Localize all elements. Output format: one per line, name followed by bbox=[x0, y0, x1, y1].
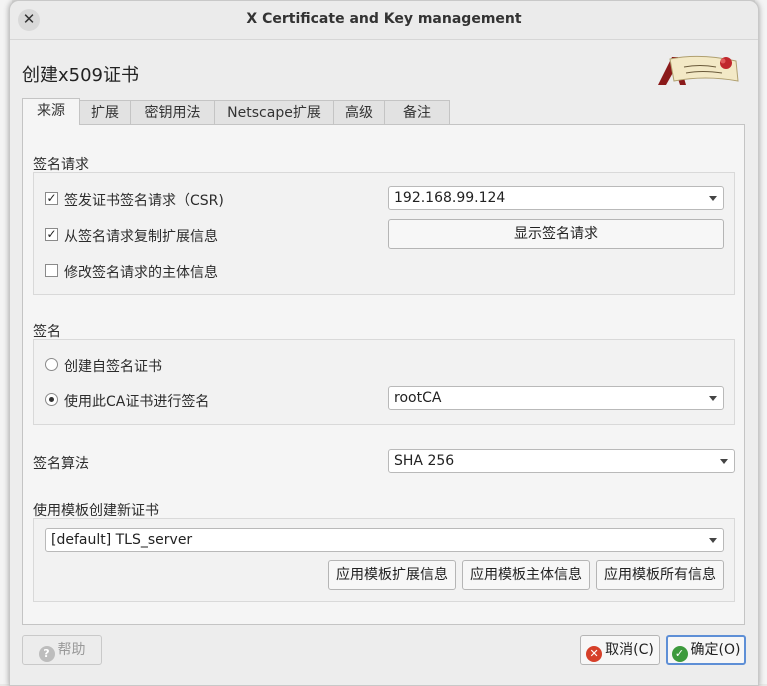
chevron-down-icon bbox=[709, 196, 717, 201]
csr-select-value: 192.168.99.124 bbox=[394, 190, 506, 206]
signing-request-label: 签名请求 bbox=[33, 157, 89, 173]
help-button[interactable]: ? 帮助 bbox=[22, 635, 102, 665]
source-panel: 签名请求 签发证书签名请求（CSR) 192.168.99.124 从签名请求复… bbox=[22, 124, 745, 625]
tab-key-usage[interactable]: 密钥用法 bbox=[130, 100, 215, 124]
tab-comment[interactable]: 备注 bbox=[384, 100, 450, 124]
use-ca-label: 使用此CA证书进行签名 bbox=[64, 394, 210, 410]
template-group: [default] TLS_server 应用模板扩展信息 应用模板主体信息 应… bbox=[33, 518, 735, 602]
ca-select-value: rootCA bbox=[394, 390, 442, 406]
modify-subject-label: 修改签名请求的主体信息 bbox=[64, 265, 218, 281]
window-title: X Certificate and Key management bbox=[246, 11, 522, 27]
title-bar: ✕ X Certificate and Key management bbox=[10, 1, 758, 40]
app-logo bbox=[658, 55, 739, 85]
cancel-button[interactable]: ✕ 取消(C) bbox=[580, 635, 660, 665]
chevron-down-icon bbox=[709, 538, 717, 543]
show-request-button[interactable]: 显示签名请求 bbox=[388, 219, 724, 249]
tab-extensions[interactable]: 扩展 bbox=[79, 100, 131, 124]
signature-algorithm-select[interactable]: SHA 256 bbox=[388, 449, 735, 473]
template-label: 使用模板创建新证书 bbox=[33, 503, 159, 519]
template-select-value: [default] TLS_server bbox=[51, 532, 193, 548]
issue-csr-checkbox[interactable] bbox=[45, 192, 58, 205]
copy-extensions-label: 从签名请求复制扩展信息 bbox=[64, 229, 218, 245]
csr-select[interactable]: 192.168.99.124 bbox=[388, 186, 724, 210]
ok-button-label: 确定(O) bbox=[690, 642, 741, 658]
apply-all-button[interactable]: 应用模板所有信息 bbox=[596, 560, 724, 590]
chevron-down-icon bbox=[709, 396, 717, 401]
cancel-icon: ✕ bbox=[586, 646, 603, 662]
dialog-window: ✕ X Certificate and Key management 创建x50… bbox=[9, 0, 759, 686]
apply-extensions-button[interactable]: 应用模板扩展信息 bbox=[328, 560, 456, 590]
checkmark-icon: ✓ bbox=[671, 646, 688, 662]
help-icon: ? bbox=[38, 646, 55, 662]
signature-algorithm-value: SHA 256 bbox=[394, 453, 455, 469]
copy-extensions-checkbox[interactable] bbox=[45, 228, 58, 241]
template-select[interactable]: [default] TLS_server bbox=[45, 528, 724, 552]
ok-button[interactable]: ✓ 确定(O) bbox=[666, 635, 746, 665]
chevron-down-icon bbox=[720, 459, 728, 464]
signing-label: 签名 bbox=[33, 324, 61, 340]
signing-request-group: 签发证书签名请求（CSR) 192.168.99.124 从签名请求复制扩展信息… bbox=[33, 172, 735, 295]
self-signed-label: 创建自签名证书 bbox=[64, 359, 162, 375]
apply-subject-button[interactable]: 应用模板主体信息 bbox=[462, 560, 590, 590]
issue-csr-label: 签发证书签名请求（CSR) bbox=[64, 193, 224, 209]
ca-select[interactable]: rootCA bbox=[388, 386, 724, 410]
modify-subject-checkbox[interactable] bbox=[45, 264, 58, 277]
signature-algorithm-label: 签名算法 bbox=[33, 456, 89, 472]
tab-netscape[interactable]: Netscape扩展 bbox=[214, 100, 334, 124]
tab-source[interactable]: 来源 bbox=[22, 98, 80, 125]
dialog-heading: 创建x509证书 bbox=[22, 65, 140, 86]
self-signed-radio[interactable] bbox=[45, 358, 58, 371]
help-button-label: 帮助 bbox=[57, 642, 86, 658]
signing-group: 创建自签名证书 使用此CA证书进行签名 rootCA bbox=[33, 339, 735, 425]
cancel-button-label: 取消(C) bbox=[605, 642, 654, 658]
tab-advanced[interactable]: 高级 bbox=[333, 100, 385, 124]
use-ca-radio[interactable] bbox=[45, 393, 58, 406]
